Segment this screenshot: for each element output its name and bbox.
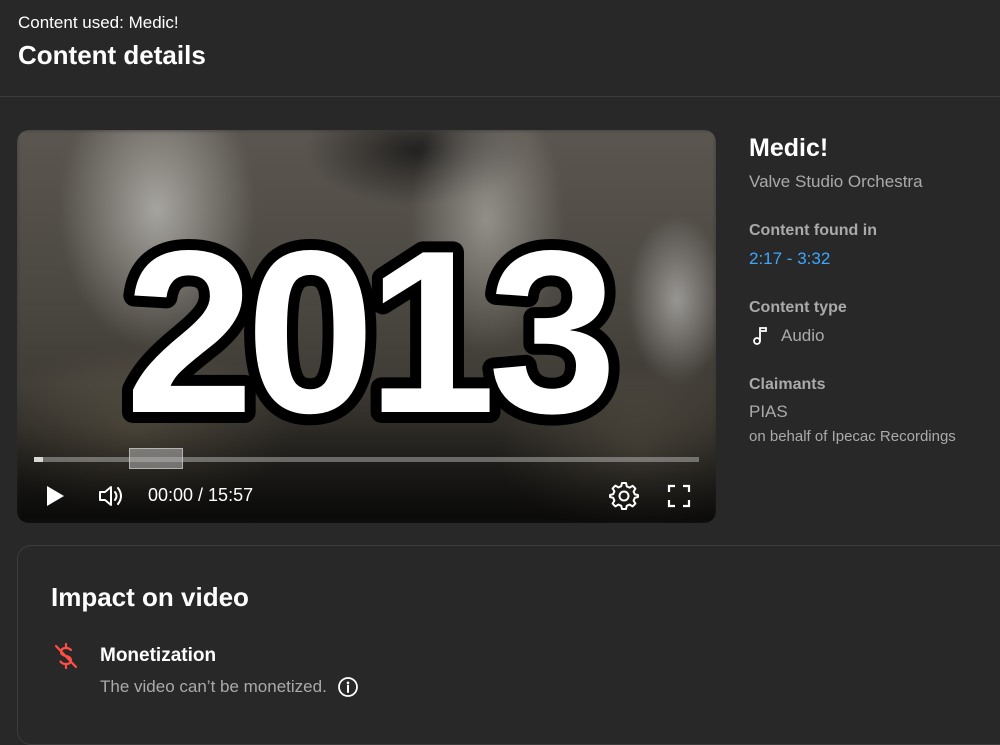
fullscreen-button[interactable] (663, 480, 695, 512)
impact-title: Impact on video (51, 582, 249, 612)
thumbnail-year-text: 2013 (114, 204, 628, 434)
content-type-row: Audio (749, 324, 824, 348)
claimant-name: PIAS (749, 402, 788, 421)
play-button[interactable] (39, 480, 71, 512)
monetization-title: Monetization (100, 645, 217, 666)
fullscreen-icon (667, 484, 691, 508)
page-title: Content details (18, 40, 206, 70)
claimant-on-behalf: on behalf of Ipecac Recordings (749, 428, 956, 445)
content-type-value: Audio (781, 326, 825, 345)
volume-icon (99, 486, 122, 506)
content-found-range-link[interactable]: 2:17 - 3:32 (749, 249, 830, 269)
content-artist: Valve Studio Orchestra (749, 172, 923, 191)
play-icon (47, 486, 64, 506)
video-player[interactable]: 2013 00:00 / 15:57 (17, 130, 716, 523)
scrub-preview (129, 448, 183, 469)
settings-button[interactable] (607, 479, 641, 513)
content-title: Medic! (749, 134, 829, 162)
monetization-description-row: The video can’t be monetized. (100, 676, 359, 698)
year-label: 2013 (125, 204, 609, 434)
content-type-label: Content type (749, 299, 847, 316)
page-header: Content used: Medic! Content details (0, 0, 1000, 97)
monetization-description: The video can’t be monetized. (100, 677, 327, 696)
time-display: 00:00 / 15:57 (148, 485, 254, 505)
content-found-label: Content found in (749, 222, 877, 239)
info-icon[interactable] (337, 676, 359, 698)
content-used-label: Content used: Medic! (18, 13, 179, 32)
progress-played (34, 457, 43, 462)
no-money-icon (54, 642, 78, 670)
claimants-label: Claimants (749, 376, 826, 393)
volume-button[interactable] (95, 480, 127, 512)
music-note-icon (753, 327, 767, 345)
settings-gear-icon (609, 482, 639, 510)
